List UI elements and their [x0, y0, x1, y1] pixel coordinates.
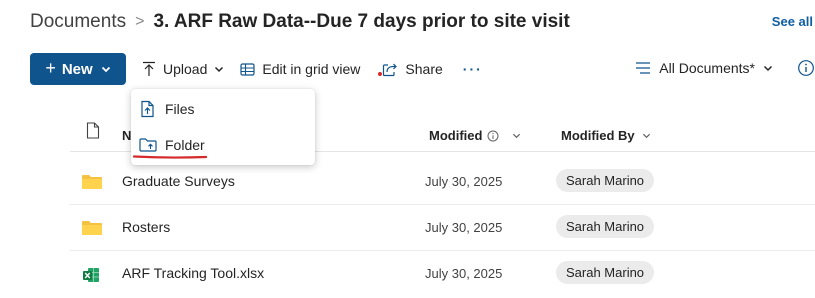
menu-item-files-label: Files: [165, 101, 195, 117]
info-icon[interactable]: [797, 59, 815, 77]
column-header-modified-by[interactable]: Modified By: [561, 128, 651, 143]
breadcrumb: Documents > 3. ARF Raw Data--Due 7 days …: [30, 8, 570, 36]
page-title: 3. ARF Raw Data--Due 7 days prior to sit…: [153, 11, 570, 32]
file-name[interactable]: ARF Tracking Tool.xlsx: [122, 265, 264, 281]
chevron-down-icon: [101, 66, 110, 73]
chevron-down-icon: [513, 133, 521, 139]
upload-label: Upload: [163, 61, 208, 77]
menu-item-files[interactable]: Files: [131, 93, 315, 125]
table-row[interactable]: Graduate Surveys July 30, 2025 Sarah Mar…: [70, 159, 815, 205]
file-upload-icon: [141, 100, 154, 118]
chevron-down-icon: [642, 133, 650, 139]
share-label: Share: [405, 61, 443, 77]
modified-date: July 30, 2025: [425, 266, 503, 281]
column-header-modified[interactable]: Modified: [429, 128, 521, 143]
table-row[interactable]: Rosters July 30, 2025 Sarah Marino: [70, 205, 815, 251]
column-header-name[interactable]: N: [122, 128, 131, 143]
view-selector[interactable]: All Documents*: [635, 60, 773, 76]
view-selector-label: All Documents*: [659, 60, 755, 76]
info-icon: [487, 130, 499, 141]
breadcrumb-separator: >: [135, 13, 145, 30]
upload-icon: [143, 61, 155, 76]
folder-upload-icon: [139, 138, 157, 152]
list-view-icon: [636, 62, 651, 74]
menu-item-folder-label: Folder: [165, 137, 205, 153]
modified-by-badge[interactable]: Sarah Marino: [556, 261, 655, 284]
excel-file-icon: [83, 268, 99, 282]
edit-grid-view-label: Edit in grid view: [262, 61, 361, 77]
modified-by-badge[interactable]: Sarah Marino: [556, 169, 655, 192]
annotation-underline: [133, 155, 207, 159]
new-button[interactable]: + New: [30, 53, 126, 85]
modified-by-badge[interactable]: Sarah Marino: [556, 215, 655, 238]
file-name[interactable]: Rosters: [122, 219, 170, 235]
upload-button[interactable]: Upload: [142, 61, 224, 77]
table-row[interactable]: ARF Tracking Tool.xlsx July 30, 2025 Sar…: [70, 251, 815, 297]
new-button-label: New: [61, 60, 93, 78]
breadcrumb-documents[interactable]: Documents: [30, 11, 126, 33]
share-button[interactable]: Share: [382, 61, 443, 77]
modified-date: July 30, 2025: [425, 174, 503, 189]
file-type-icon: [86, 122, 100, 139]
command-bar: + New Upload Edit in grid view Share ···…: [30, 53, 815, 85]
column-header-modified-label: Modified: [429, 128, 483, 143]
file-name[interactable]: Graduate Surveys: [122, 173, 235, 189]
chevron-down-icon: [215, 66, 224, 73]
folder-icon: [82, 175, 102, 189]
chevron-down-icon: [763, 65, 773, 72]
share-icon: [383, 63, 398, 76]
more-actions-button[interactable]: ···: [463, 61, 483, 77]
folder-icon: [82, 221, 102, 235]
edit-grid-view-button[interactable]: Edit in grid view: [240, 61, 360, 77]
modified-date: July 30, 2025: [425, 220, 503, 235]
column-header-modified-by-label: Modified By: [561, 128, 635, 143]
plus-icon: +: [45, 57, 56, 78]
see-all-link[interactable]: See all: [772, 14, 813, 29]
grid-icon: [240, 62, 255, 76]
upload-dropdown-menu: Files Folder: [131, 89, 315, 165]
annotation-dot: [378, 72, 382, 76]
